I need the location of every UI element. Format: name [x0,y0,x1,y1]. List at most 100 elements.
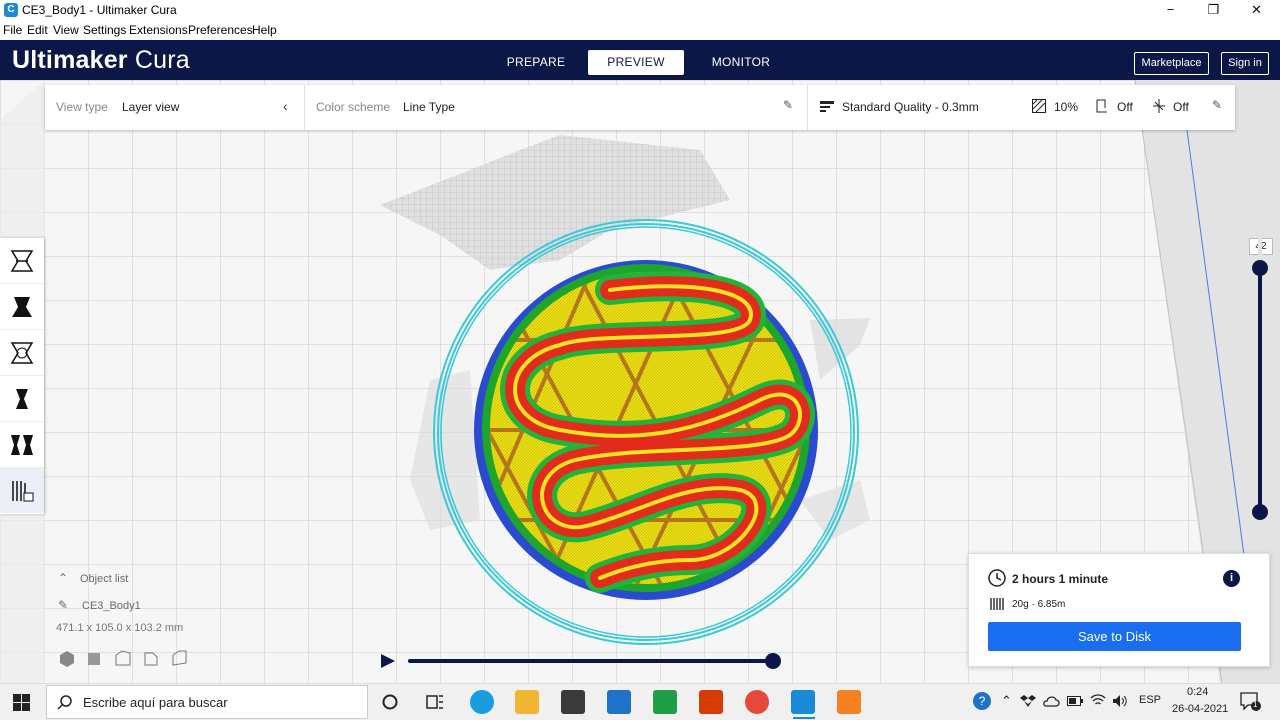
clock-icon [988,569,1006,587]
mail-icon[interactable] [607,690,631,714]
object-list-header[interactable]: Object list [80,573,128,585]
window-title-bar: C CE3_Body1 - Ultimaker Cura − ❐ ✕ [0,0,1280,22]
color-scheme-dropdown[interactable]: Line Type [403,100,455,114]
play-icon[interactable] [381,654,395,668]
minimize-button[interactable]: − [1148,0,1193,22]
view-left-icon[interactable] [144,652,158,666]
chrome-icon[interactable] [745,690,769,714]
collapse-chevron-icon[interactable]: ‹ [283,98,288,114]
view-type-dropdown[interactable]: Layer view [122,100,179,114]
view-front-icon[interactable] [88,653,100,665]
fusion-icon[interactable] [837,690,861,714]
material-spool-icon [990,598,1004,610]
cortana-icon[interactable] [382,694,398,710]
dropbox-icon[interactable] [1020,694,1036,708]
quality-profile-value[interactable]: Standard Quality - 0.3mm [842,100,979,114]
view-top-icon[interactable] [115,650,131,666]
brand-product: Cura [134,46,190,74]
battery-icon[interactable] [1067,696,1083,706]
microsoft-store-icon[interactable] [561,690,585,714]
menu-help[interactable]: Help [252,23,277,37]
layer-lower-handle[interactable] [1252,504,1268,520]
divider [304,85,305,130]
search-placeholder: Escribe aquí para buscar [83,695,228,710]
print-time: 2 hours 1 minute [1012,572,1109,586]
task-view-icon[interactable] [426,694,444,710]
marketplace-button[interactable]: Marketplace [1134,52,1209,75]
close-button[interactable]: ✕ [1234,0,1279,22]
tray-expand-icon[interactable]: ⌃ [1001,693,1012,709]
print-info-panel: 2 hours 1 minute i 20g · 6.85m Save to D… [968,553,1270,667]
menu-settings[interactable]: Settings [83,23,126,37]
save-to-disk-button[interactable]: Save to Disk [988,622,1241,651]
cura-taskbar-icon[interactable] [791,690,815,714]
brand-name: Ultimaker [12,46,128,74]
menu-edit[interactable]: Edit [27,23,48,37]
view-type-label: View type [56,100,108,114]
wifi-icon[interactable] [1090,693,1106,707]
chevron-up-icon[interactable]: ⌃ [58,571,68,585]
language-indicator[interactable]: ESP [1139,694,1161,706]
support-blocker-icon [12,481,34,502]
money-app-icon[interactable] [653,690,677,714]
menu-extensions[interactable]: Extensions [129,23,188,37]
tab-prepare[interactable]: PREPARE [496,50,576,75]
tab-preview[interactable]: PREVIEW [588,50,684,75]
volume-icon[interactable] [1112,694,1128,708]
windows-start-icon[interactable] [13,694,30,711]
edit-pencil-icon[interactable]: ✎ [783,98,793,112]
divider [807,85,808,130]
rotate-tool-button[interactable] [0,330,44,376]
clock-time[interactable]: 0:24 [1187,686,1208,698]
scale-tool-button[interactable] [0,284,44,330]
search-icon [57,695,72,710]
sign-in-button[interactable]: Sign in [1221,52,1269,75]
per-model-settings-icon [11,435,33,455]
support-value[interactable]: Off [1117,100,1133,114]
clock-date[interactable]: 26-04-2021 [1172,703,1228,715]
menu-preferences[interactable]: Preferences [188,23,253,37]
scale-tool-icon [12,297,32,317]
layer-upper-handle[interactable] [1252,260,1268,276]
window-title: CE3_Body1 - Ultimaker Cura [22,3,177,17]
object-name[interactable]: CE3_Body1 [82,600,141,612]
object-dimensions: 471.1 x 105.0 x 103.2 mm [56,622,184,634]
maximize-button[interactable]: ❐ [1191,0,1236,22]
view-3d-icon[interactable] [60,651,74,667]
color-scheme-label: Color scheme [316,100,391,114]
notification-icon[interactable] [1240,692,1262,712]
file-explorer-icon[interactable] [515,690,539,714]
tab-monitor[interactable]: MONITOR [700,50,782,75]
per-model-settings-button[interactable] [0,422,44,468]
cura-app-icon: C [4,3,18,17]
infill-value[interactable]: 10% [1054,100,1078,114]
onedrive-icon[interactable] [1043,695,1061,707]
simulation-handle[interactable] [765,653,781,669]
move-tool-icon [10,250,34,272]
adhesion-value[interactable]: Off [1173,100,1189,114]
stage-settings-bar: View type Layer view ‹ Color scheme Line… [45,85,1235,130]
rotate-tool-icon [10,342,34,364]
support-blocker-button[interactable] [0,468,44,513]
layer-slider [1252,170,1268,522]
support-icon [1096,99,1107,113]
office-icon[interactable] [699,690,723,714]
infill-icon [1032,99,1046,113]
edit-settings-pencil-icon[interactable]: ✎ [1212,98,1222,112]
simulation-track[interactable] [408,659,773,663]
edge-browser-icon[interactable] [470,690,494,714]
move-tool-button[interactable] [0,238,44,284]
tool-panel [0,238,44,514]
notification-count: 1 [1253,700,1258,709]
mirror-tool-button[interactable] [0,376,44,422]
view-right-icon[interactable] [172,650,187,666]
taskbar-search-box[interactable]: Escribe aquí para buscar [46,685,368,719]
ultimaker-cura-logo: Ultimaker Cura [12,46,190,75]
menu-file[interactable]: File [3,23,22,37]
windows-taskbar: Escribe aquí para buscar ? ⌃ ESP 0:24 26… [0,683,1280,720]
info-icon[interactable]: i [1223,570,1240,587]
menu-bar: File Edit View Settings Extensions Prefe… [0,22,1280,40]
camera-view-buttons [58,650,198,673]
help-tray-icon[interactable]: ? [973,692,991,710]
menu-view[interactable]: View [53,23,79,37]
